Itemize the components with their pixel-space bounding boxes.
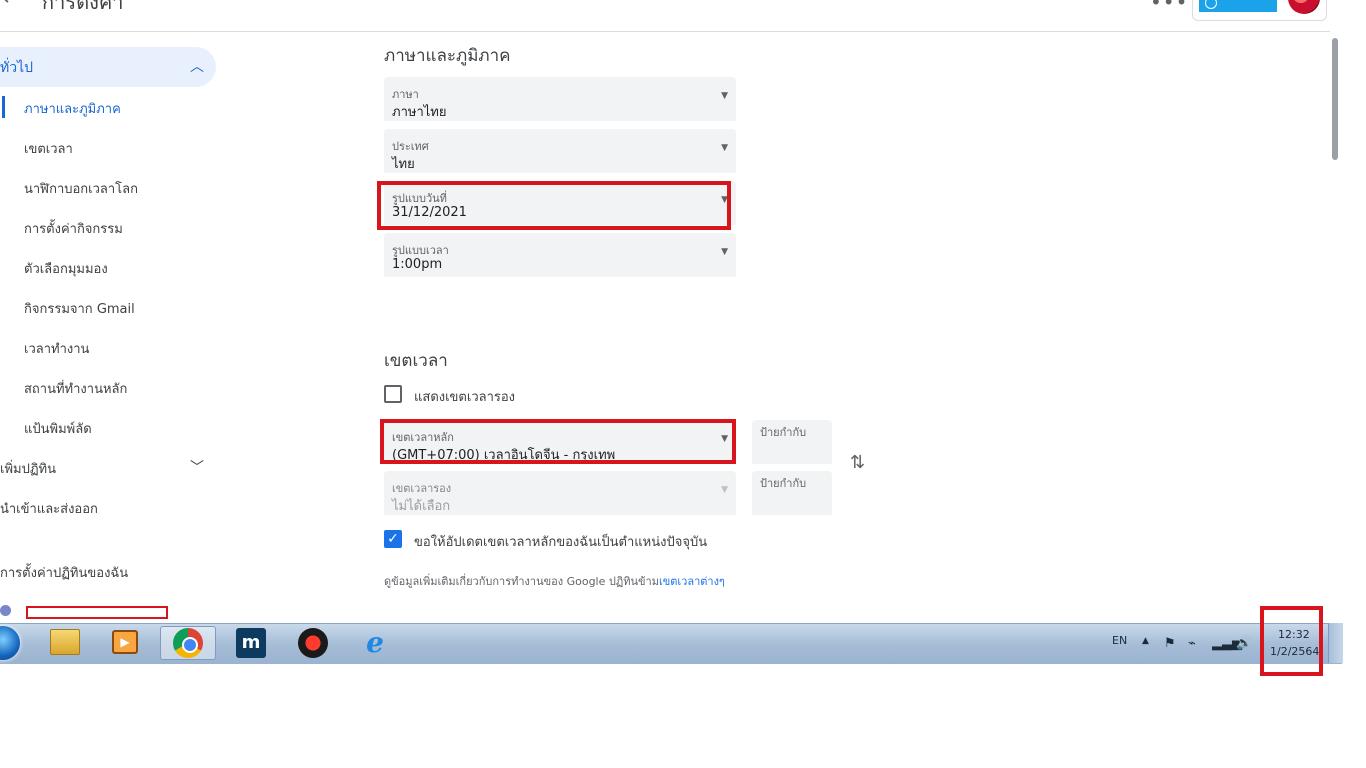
power-plug-icon[interactable]: ⌁ (1188, 636, 1196, 651)
more-options-icon[interactable]: ••• (1150, 0, 1188, 14)
settings-header (0, 0, 1345, 32)
scrollbar-thumb[interactable] (1332, 38, 1338, 160)
sidebar-section-my-calendars: การตั้งค่าปฏิทินของฉัน (0, 566, 129, 581)
secondary-timezone-label-field: ป้ายกำกับ (752, 471, 832, 515)
sidebar-section-import-export[interactable]: นำเข้าและส่งออก (0, 498, 98, 519)
primary-timezone-label-field[interactable]: ป้ายกำกับ (752, 420, 832, 464)
redacted-calendar-name[interactable] (26, 606, 168, 619)
back-arrow-icon[interactable]: ← (2, 0, 20, 11)
media-player-icon: ▶ (112, 630, 138, 654)
internet-explorer-icon: e (366, 626, 384, 659)
sidebar-item-time-zone[interactable]: เขตเวลา (24, 138, 73, 159)
secondary-timezone-label-placeholder: ป้ายกำกับ (760, 477, 807, 490)
section-heading-time-zone: เขตเวลา (384, 351, 448, 371)
show-secondary-timezone-checkbox[interactable] (384, 385, 402, 403)
time-format-select[interactable]: รูปแบบเวลา 1:00pm ▼ (384, 233, 736, 277)
update-timezone-label[interactable]: ขอให้อัปเดตเขตเวลาหลักของฉันเป็นตำแหน่งป… (414, 531, 707, 552)
primary-timezone-label-placeholder: ป้ายกำกับ (760, 426, 807, 439)
timezone-info-prefix: ดูข้อมูลเพิ่มเติมเกี่ยวกับการทำงานของ Go… (384, 575, 659, 588)
dropdown-arrow-icon: ▼ (721, 143, 728, 153)
sidebar-item-events-from-gmail[interactable]: กิจกรรมจาก Gmail (24, 298, 135, 319)
file-explorer-icon (50, 629, 80, 655)
update-timezone-checkbox[interactable]: ✓ (384, 530, 402, 548)
calendar-color-dot (0, 605, 11, 616)
dropdown-arrow-icon: ▼ (721, 247, 728, 257)
sidebar-item-view-options[interactable]: ตัวเลือกมุมมอง (24, 258, 108, 279)
game-icon (298, 628, 328, 658)
language-select-value: ภาษาไทย (392, 105, 447, 120)
dropdown-arrow-icon: ▼ (721, 485, 728, 495)
annotation-highlight-primary-timezone (380, 419, 736, 464)
timezone-info-text: ดูข้อมูลเพิ่มเติมเกี่ยวกับการทำงานของ Go… (384, 572, 725, 590)
sidebar-section-general-label: ทั่วไป (0, 60, 34, 76)
sidebar-item-world-clock[interactable]: นาฬิกาบอกเวลาโลก (24, 178, 138, 199)
show-hidden-icons-icon[interactable]: ▲ (1142, 636, 1149, 646)
page-title: การตั้งค่า (42, 0, 124, 14)
secondary-timezone-select: เขตเวลารอง ไม่ได้เลือก ▼ (384, 471, 736, 515)
action-center-flag-icon[interactable]: ⚑ (1164, 636, 1176, 651)
annotation-highlight-date-format (377, 181, 731, 230)
time-format-select-value: 1:00pm (392, 257, 443, 272)
chevron-down-icon[interactable]: ﹀ (190, 457, 204, 477)
secondary-timezone-select-value: ไม่ได้เลือก (392, 499, 451, 514)
sidebar-item-working-location[interactable]: สถานที่ทำงานหลัก (24, 378, 127, 399)
timezone-info-link[interactable]: เขตเวลาต่างๆ (659, 575, 725, 588)
language-select[interactable]: ภาษา ภาษาไทย ▼ (384, 77, 736, 121)
volume-icon[interactable]: 🔊 (1236, 636, 1252, 651)
country-select[interactable]: ประเทศ ไทย ▼ (384, 129, 736, 173)
sidebar-item-keyboard-shortcuts[interactable]: แป้นพิมพ์ลัด (24, 418, 92, 439)
sidebar-section-add-calendar[interactable]: เพิ่มปฏิทิน (0, 458, 56, 479)
dropdown-arrow-icon: ▼ (721, 91, 728, 101)
chevron-up-icon[interactable]: ︿ (190, 56, 204, 76)
swap-vert-icon[interactable]: ⇅ (850, 452, 865, 473)
show-secondary-timezone-label[interactable]: แสดงเขตเวลารอง (414, 386, 515, 407)
country-select-value: ไทย (392, 157, 415, 172)
sidebar-item-working-hours[interactable]: เวลาทำงาน (24, 338, 89, 359)
section-heading-language-region: ภาษาและภูมิภาค (384, 46, 511, 66)
sidebar-item-event-settings[interactable]: การตั้งค่ากิจกรรม (24, 218, 123, 239)
annotation-highlight-clock (1260, 606, 1323, 676)
active-indicator (2, 96, 5, 118)
sidebar-item-language-region[interactable]: ภาษาและภูมิภาค (24, 98, 121, 119)
show-desktop-button[interactable] (1328, 623, 1343, 663)
input-language-indicator[interactable]: EN (1112, 634, 1127, 647)
chrome-icon-center (182, 637, 198, 653)
maxthon-icon: m (236, 628, 266, 658)
